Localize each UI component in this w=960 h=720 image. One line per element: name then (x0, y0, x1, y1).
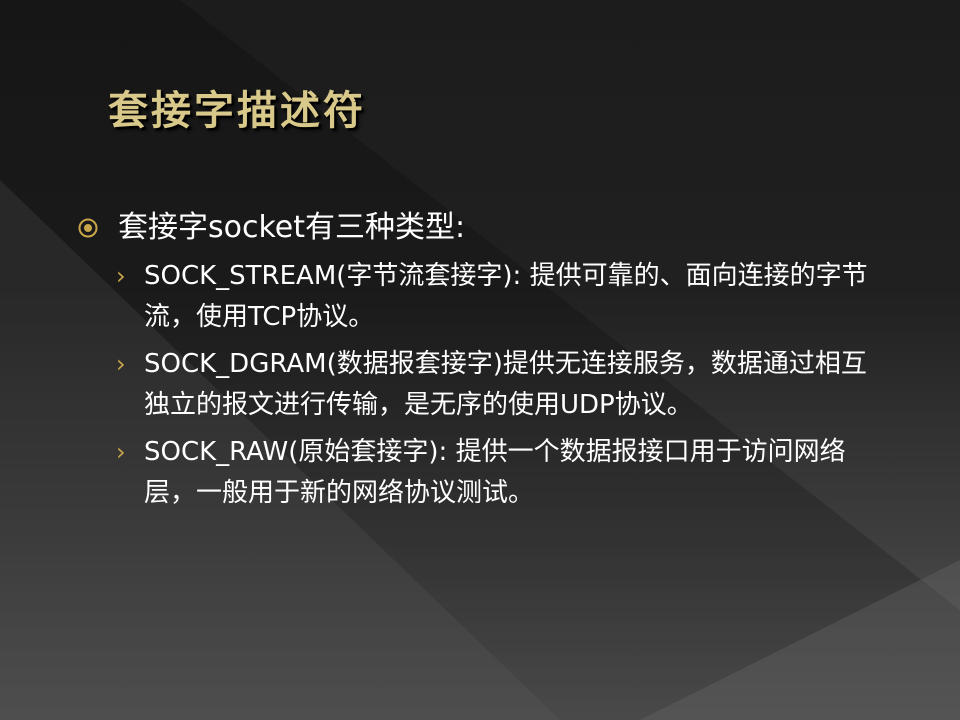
bullet-text: 套接字socket有三种类型: (118, 210, 466, 245)
sub-bullet-item: › SOCK_STREAM(字节流套接字): 提供可靠的、面向连接的字节流，使用… (78, 256, 874, 338)
sub-bullet-item: › SOCK_RAW(原始套接字): 提供一个数据报接口用于访问网络层，一般用于… (78, 432, 874, 514)
sub-bullet-text: SOCK_RAW(原始套接字): 提供一个数据报接口用于访问网络层，一般用于新的… (144, 437, 846, 508)
slide-title: 套接字描述符 (108, 87, 366, 134)
slide: 套接字描述符 套接字socket有三种类型: › SOCK_STREAM(字节流… (0, 0, 960, 720)
circle-dot-bullet-icon (78, 218, 98, 238)
content-area: 套接字socket有三种类型: › SOCK_STREAM(字节流套接字): 提… (78, 206, 918, 514)
chevron-right-icon: › (116, 350, 126, 378)
sub-bullet-text: SOCK_DGRAM(数据报套接字)提供无连接服务，数据通过相互独立的报文进行传… (144, 349, 867, 420)
sub-bullet-item: › SOCK_DGRAM(数据报套接字)提供无连接服务，数据通过相互独立的报文进… (78, 344, 874, 426)
sub-bullet-text: SOCK_STREAM(字节流套接字): 提供可靠的、面向连接的字节流，使用TC… (144, 261, 868, 332)
bullet-item: 套接字socket有三种类型: (78, 206, 918, 250)
chevron-right-icon: › (116, 262, 126, 290)
chevron-right-icon: › (116, 438, 126, 466)
